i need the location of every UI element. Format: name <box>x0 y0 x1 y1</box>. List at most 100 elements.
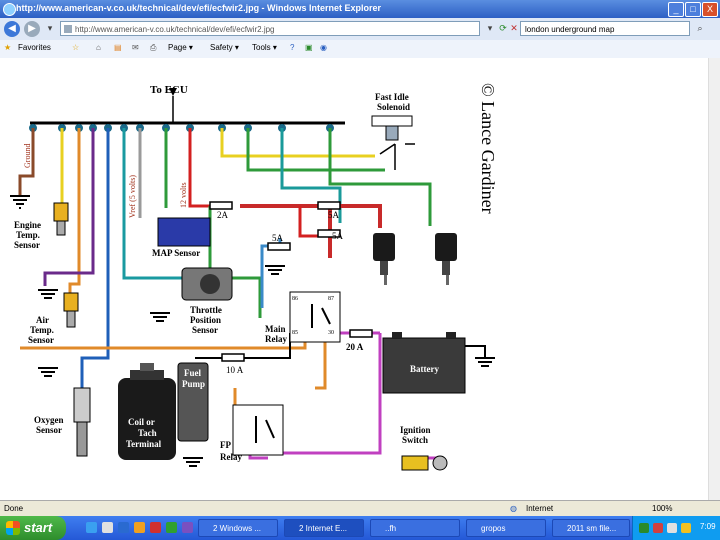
messenger-icon[interactable]: ◉ <box>320 43 327 52</box>
fp-relay <box>232 404 284 456</box>
engine-temp-label-1: Engine <box>14 220 41 230</box>
task-sm-file[interactable]: 2011 sm file... <box>552 519 630 537</box>
engine-temp-sensor <box>53 202 69 222</box>
fuel-pump-label-2: Pump <box>182 379 205 389</box>
engine-temp-label-2: Temp. <box>16 230 40 240</box>
media-icon[interactable] <box>182 522 193 533</box>
twelve-volts-label: 12 volts <box>179 182 188 208</box>
ground-label: Ground <box>23 144 32 168</box>
safety-menu[interactable]: Safety ▾ <box>210 43 239 52</box>
windows-logo-icon <box>6 521 20 535</box>
main-relay-label-2: Relay <box>265 334 287 344</box>
feeds-icon[interactable]: ▤ <box>114 43 122 52</box>
battery-label: Battery <box>410 364 439 374</box>
page-content: To ECU Ground Vref (5 volts) 12 volts 2A… <box>0 58 708 500</box>
word-icon[interactable] <box>118 522 129 533</box>
task-internet-explorer[interactable]: 2 Internet E... <box>284 519 364 537</box>
tray-antivirus-icon[interactable] <box>653 523 663 533</box>
main-relay-pin-86: 86 <box>292 296 298 302</box>
add-favorites-icon[interactable]: ☆ <box>72 43 79 52</box>
favorites-button[interactable]: Favorites <box>18 43 51 52</box>
vref-label: Vref (5 volts) <box>128 175 137 218</box>
zoom-text[interactable]: 100% <box>652 504 672 513</box>
maximize-button[interactable]: □ <box>685 2 701 17</box>
main-relay-pin-30: 30 <box>328 330 334 336</box>
tray-alert-icon[interactable] <box>681 523 691 533</box>
window-title-bar: http://www.american-v.co.uk/technical/de… <box>0 0 720 18</box>
fuse-10a <box>221 353 245 362</box>
fast-idle-label-2: Solenoid <box>377 102 410 112</box>
fast-idle-label-1: Fast Idle <box>375 92 409 102</box>
dropdown-icon[interactable]: ▾ <box>44 22 56 35</box>
help-icon[interactable]: ? <box>290 43 294 52</box>
start-button[interactable]: start <box>0 516 66 540</box>
clock: 7:09 <box>700 522 716 531</box>
oxygen-sensor <box>73 387 91 423</box>
fuse-5a-left-label: 5A <box>272 233 284 243</box>
fuse-2a-label: 2A <box>217 210 229 220</box>
injector-left <box>373 233 395 285</box>
print-icon[interactable]: ⎙ <box>150 43 156 53</box>
url-input[interactable]: http://www.american-v.co.uk/technical/de… <box>60 21 480 36</box>
vertical-scrollbar[interactable] <box>708 58 720 500</box>
main-relay-pin-85: 85 <box>292 330 298 336</box>
task-windows[interactable]: 2 Windows ... <box>198 519 278 537</box>
window-title: http://www.american-v.co.uk/technical/de… <box>16 3 381 13</box>
fuse-5a-top-label: 5A <box>328 210 340 220</box>
ecu-label: To ECU <box>150 84 188 96</box>
search-input[interactable]: london underground map <box>520 21 690 36</box>
home-icon[interactable]: ⌂ <box>96 43 101 52</box>
air-temp-label-1: Air <box>36 315 49 325</box>
coil-label-3: Terminal <box>126 439 162 449</box>
taskbar: start 2 Windows ... 2 Internet E... ..fh… <box>0 516 720 540</box>
forward-arrow-icon[interactable]: ▶ <box>24 21 40 37</box>
engine-temp-label-3: Sensor <box>14 240 40 250</box>
favorites-star-icon[interactable]: ★ <box>4 43 11 52</box>
ignition-switch <box>401 455 429 471</box>
fuse-5a-mid-label: 5A <box>332 231 344 241</box>
air-temp-label-3: Sensor <box>28 335 54 345</box>
main-relay-label-1: Main <box>265 324 286 334</box>
throttle-label-1: Throttle <box>190 305 222 315</box>
injector-right <box>435 233 457 285</box>
minimize-button[interactable]: _ <box>668 2 684 17</box>
desktop-icon[interactable] <box>102 522 113 533</box>
tray-network-icon[interactable] <box>639 523 649 533</box>
map-sensor <box>157 217 211 247</box>
ignition-label-1: Ignition <box>400 425 431 435</box>
coil-label-2: Tach <box>138 428 157 438</box>
globe-icon: ◍ <box>510 504 517 513</box>
tools-menu[interactable]: Tools ▾ <box>252 43 277 52</box>
ecu-pins <box>29 124 334 132</box>
main-relay-pin-87: 87 <box>328 296 334 302</box>
fuse-20a <box>349 329 373 338</box>
fuse-5a-top <box>317 201 341 210</box>
close-button[interactable]: X <box>702 2 718 17</box>
fuse-20a-label: 20 A <box>346 342 364 352</box>
fuel-pump-label-1: Fuel <box>184 368 201 378</box>
app-icon[interactable] <box>150 522 161 533</box>
address-dropdown-icon[interactable]: ▾ <box>484 22 496 35</box>
task-gropos[interactable]: gropos <box>466 519 546 537</box>
research-icon[interactable]: ▣ <box>305 43 313 52</box>
tray-volume-icon[interactable] <box>667 523 677 533</box>
ie-quicklaunch-icon[interactable] <box>86 522 97 533</box>
air-temp-sensor <box>63 292 79 312</box>
search-icon[interactable]: ⌕ <box>694 22 706 35</box>
page-icon <box>64 25 72 33</box>
task-fh[interactable]: ..fh <box>370 519 460 537</box>
map-sensor-label: MAP Sensor <box>152 248 200 258</box>
back-arrow-icon[interactable]: ◀ <box>4 21 20 37</box>
ie-icon <box>3 3 16 16</box>
mail-icon[interactable]: ✉ <box>132 43 139 52</box>
folder-icon[interactable] <box>134 522 145 533</box>
command-bar: ★ Favorites ☆ ⌂ ▤ ✉ ⎙ Page ▾ Safety ▾ To… <box>0 40 720 59</box>
excel-icon[interactable] <box>166 522 177 533</box>
address-bar: ◀ ▶ ▾ http://www.american-v.co.uk/techni… <box>0 18 720 41</box>
page-menu[interactable]: Page ▾ <box>168 43 193 52</box>
status-bar: Done ◍ Internet 100% <box>0 500 720 517</box>
wiring-diagram: To ECU Ground Vref (5 volts) 12 volts 2A… <box>10 83 498 471</box>
oxygen-label-2: Sensor <box>36 425 62 435</box>
fp-relay-label-2: Relay <box>220 452 242 462</box>
stop-icon[interactable]: ✕ <box>508 22 520 35</box>
